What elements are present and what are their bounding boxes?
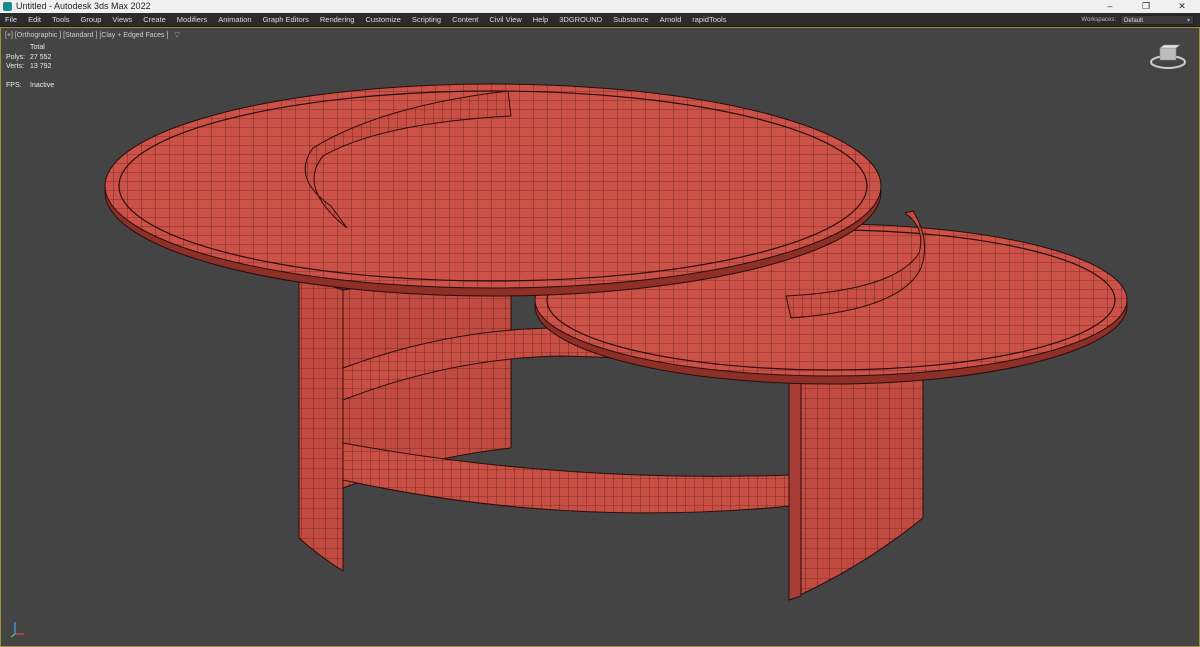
chevron-down-icon: ▾ (1186, 17, 1190, 24)
polys-label: Polys: (6, 53, 26, 61)
filter-icon[interactable]: ▽ (174, 32, 179, 39)
stats-header: Total (30, 44, 45, 51)
menu-bar: File Edit Tools Group Views Create Modifiers An… (0, 13, 1200, 27)
menu-item-content[interactable]: Content (447, 13, 484, 26)
workspace-selector: Workspaces: Default ▾ (1081, 14, 1194, 25)
verts-value: 13 792 (30, 63, 52, 70)
perspective-viewport[interactable]: [+] [Orthographic ] [Standard ] [Clay + … (0, 27, 1200, 647)
menu-item-customize[interactable]: Customize (360, 13, 406, 26)
window-title: Untitled - Autodesk 3ds Max 2022 (16, 1, 151, 11)
workspace-value: Default (1124, 17, 1144, 24)
menu-item-civil-view[interactable]: Civil View (484, 13, 527, 26)
menu-item-rendering[interactable]: Rendering (315, 13, 361, 26)
menu-item-help[interactable]: Help (528, 13, 554, 26)
leg-left (298, 275, 344, 572)
close-button[interactable]: ✕ (1164, 0, 1200, 13)
viewport-label[interactable]: [+] [Orthographic ] [Standard ] [Clay + … (5, 31, 180, 39)
menu-item-file[interactable]: File (0, 13, 23, 26)
menu-item-scripting[interactable]: Scripting (407, 13, 447, 26)
polys-value: 27 552 (30, 53, 52, 61)
fps-label: FPS: (6, 81, 22, 89)
minimize-button[interactable]: – (1092, 0, 1128, 13)
statistics-overlay: Total Polys: 27 552 Verts: 13 792 FPS: Inac… (6, 43, 54, 90)
window-controls: – ❐ ✕ (1092, 0, 1200, 13)
menu-item-animation[interactable]: Animation (213, 13, 257, 26)
app-icon (3, 2, 12, 11)
menu-item-modifiers[interactable]: Modifiers (172, 13, 213, 26)
menu-item-arnold[interactable]: Arnold (655, 13, 688, 26)
verts-label: Verts: (6, 63, 24, 70)
title-bar: Untitled - Autodesk 3ds Max 2022 – ❐ ✕ (0, 0, 1200, 13)
menu-items: File Edit Tools Group Views Create Modifiers An… (0, 13, 732, 26)
menu-item-3dground[interactable]: 3DGROUND (554, 13, 608, 26)
menu-item-graph-editors[interactable]: Graph Editors (258, 13, 315, 26)
viewport-label-text[interactable]: [+] [Orthographic ] [Standard ] [Clay + … (5, 32, 168, 39)
menu-item-edit[interactable]: Edit (23, 13, 47, 26)
menu-item-rapidtools[interactable]: rapidTools (687, 13, 732, 26)
menu-item-group[interactable]: Group (76, 13, 108, 26)
menu-item-views[interactable]: Views (107, 13, 138, 26)
workspace-label: Workspaces: (1081, 16, 1116, 23)
menu-item-tools[interactable]: Tools (47, 13, 76, 26)
viewcube-icon[interactable] (1149, 42, 1187, 70)
axis-tripod-icon (10, 622, 24, 638)
table-model[interactable] (1, 28, 1200, 647)
leg-right-edge (788, 357, 802, 601)
menu-item-create[interactable]: Create (138, 13, 172, 26)
workspace-dropdown[interactable]: Default ▾ (1120, 14, 1194, 25)
restore-button[interactable]: ❐ (1128, 0, 1164, 13)
menu-item-substance[interactable]: Substance (608, 13, 654, 26)
fps-value: Inactive (30, 81, 55, 89)
